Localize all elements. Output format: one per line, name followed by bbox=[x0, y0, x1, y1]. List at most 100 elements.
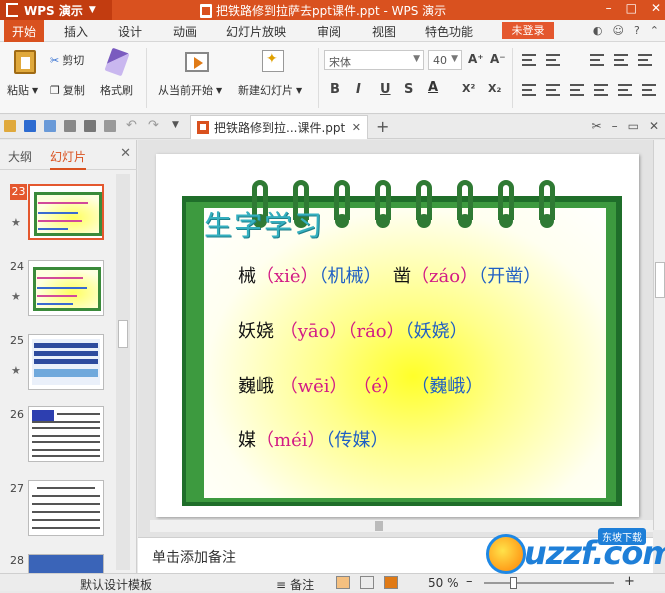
print-preview-icon[interactable] bbox=[84, 120, 96, 132]
vocab-line-2[interactable]: 妖娆 （yāo）（ráo）（妖娆） bbox=[238, 317, 468, 343]
scrollbar-thumb[interactable] bbox=[655, 262, 665, 298]
slide-preview bbox=[28, 184, 104, 240]
new-slide-button[interactable]: 新建幻灯片 ▼ bbox=[238, 82, 302, 98]
chevron-down-icon: ▼ bbox=[413, 54, 420, 64]
skin-icon[interactable]: ◐ bbox=[593, 24, 603, 37]
collapse-ribbon-icon[interactable]: ⌃ bbox=[650, 24, 659, 37]
line-spacing-icon[interactable] bbox=[638, 54, 652, 66]
vocab-line-4[interactable]: 媒（méi）（传媒） bbox=[238, 426, 388, 452]
editor-vertical-scrollbar[interactable] bbox=[653, 140, 665, 530]
vocab-line-1[interactable]: 械（xiè）（机械） 凿（záo）（开凿） bbox=[238, 262, 541, 288]
zoom-out-button[interactable]: – bbox=[466, 574, 473, 589]
preview-icon[interactable] bbox=[104, 120, 116, 132]
app-menu-button[interactable]: WPS 演示 ▼ bbox=[0, 0, 112, 20]
scrollbar-thumb[interactable] bbox=[118, 320, 128, 348]
tab-view[interactable]: 视图 bbox=[372, 23, 396, 40]
font-size-select[interactable]: 40 ▼ bbox=[428, 50, 462, 70]
thumbnail-scrollbar[interactable] bbox=[116, 174, 130, 570]
feedback-icon[interactable]: ☺ bbox=[612, 24, 623, 37]
scrollbar-thumb[interactable] bbox=[375, 521, 383, 531]
superscript-icon[interactable]: X² bbox=[462, 82, 475, 95]
new-slide-icon[interactable] bbox=[262, 50, 284, 72]
minimize-button[interactable]: – bbox=[606, 1, 612, 15]
tab-slideshow[interactable]: 幻灯片放映 bbox=[226, 23, 286, 40]
slide-editor: 生字学习 械（xiè）（机械） 凿（záo）（开凿） 妖娆 （yāo）（ráo）… bbox=[138, 140, 653, 537]
notes-toggle-button[interactable]: ≡ 备注 bbox=[276, 576, 314, 593]
tab-review[interactable]: 审阅 bbox=[317, 23, 341, 40]
watermark-logo-icon bbox=[486, 534, 526, 574]
copy-button[interactable]: ❐ 复制 bbox=[50, 82, 85, 98]
tab-home[interactable]: 开始 bbox=[4, 20, 45, 42]
undo-icon[interactable]: ↶ bbox=[126, 118, 137, 133]
from-current-button[interactable]: 从当前开始 ▼ bbox=[158, 82, 222, 98]
close-tab-icon[interactable]: ✕ bbox=[352, 121, 361, 134]
open-folder-icon[interactable] bbox=[4, 120, 16, 132]
tools-icon[interactable]: ✂ bbox=[592, 119, 602, 133]
menu-right-icons: ◐ ☺ ? ⌃ bbox=[593, 24, 659, 37]
increase-font-icon[interactable]: A⁺ bbox=[468, 52, 484, 66]
distribute-icon[interactable] bbox=[618, 84, 632, 96]
maximize-button[interactable]: □ bbox=[626, 1, 637, 15]
close-window-button[interactable]: ✕ bbox=[651, 1, 661, 15]
zoom-in-button[interactable]: + bbox=[624, 574, 635, 589]
zoom-slider-track[interactable] bbox=[484, 582, 614, 584]
font-color-icon[interactable]: A bbox=[428, 80, 438, 95]
minimize-doc-icon[interactable]: – bbox=[612, 119, 618, 133]
document-tab-label: 把铁路修到拉...课件.ppt bbox=[214, 121, 346, 135]
paste-icon[interactable] bbox=[14, 50, 36, 74]
restore-doc-icon[interactable]: ▭ bbox=[628, 119, 639, 133]
ring-hole bbox=[335, 214, 349, 228]
save-icon[interactable] bbox=[24, 120, 36, 132]
align-center-icon[interactable] bbox=[546, 84, 560, 96]
login-button[interactable]: 未登录 bbox=[502, 22, 554, 39]
align-left-icon[interactable] bbox=[522, 84, 536, 96]
paste-button[interactable]: 粘贴 ▼ bbox=[7, 82, 38, 98]
bullet-list-icon[interactable] bbox=[522, 54, 536, 66]
tab-design[interactable]: 设计 bbox=[118, 23, 142, 40]
zoom-level[interactable]: 50 % bbox=[428, 576, 459, 590]
justify-icon[interactable] bbox=[594, 84, 608, 96]
text-line bbox=[37, 487, 95, 489]
tab-bar-right-icons: ✂ – ▭ ✕ bbox=[592, 119, 659, 133]
slide-heading[interactable]: 生字学习 bbox=[204, 204, 324, 244]
subscript-icon[interactable]: X₂ bbox=[488, 82, 501, 95]
chevron-down-icon[interactable]: ▼ bbox=[172, 120, 179, 130]
ring-hole bbox=[417, 214, 431, 228]
format-painter-icon[interactable] bbox=[104, 47, 130, 77]
tab-outline[interactable]: 大纲 bbox=[8, 148, 32, 165]
tab-slides[interactable]: 幻灯片 bbox=[50, 148, 87, 170]
export-pdf-icon[interactable] bbox=[44, 120, 56, 132]
print-icon[interactable] bbox=[64, 120, 76, 132]
decrease-font-icon[interactable]: A⁻ bbox=[490, 52, 506, 66]
bold-icon[interactable]: B bbox=[330, 82, 340, 97]
increase-indent-icon[interactable] bbox=[614, 54, 628, 66]
decrease-indent-icon[interactable] bbox=[590, 54, 604, 66]
redo-icon[interactable]: ↷ bbox=[148, 118, 159, 133]
align-right-icon[interactable] bbox=[570, 84, 584, 96]
tab-animation[interactable]: 动画 bbox=[173, 23, 197, 40]
font-name-select[interactable]: 宋体 ▼ bbox=[324, 50, 424, 70]
cut-button[interactable]: ✂ 剪切 bbox=[50, 52, 84, 68]
document-tab[interactable]: 把铁路修到拉...课件.ppt ✕ bbox=[190, 115, 368, 139]
new-tab-button[interactable]: + bbox=[376, 117, 389, 136]
slideshow-view-icon[interactable] bbox=[384, 576, 398, 589]
slide-sorter-icon[interactable] bbox=[360, 576, 374, 589]
tab-insert[interactable]: 插入 bbox=[64, 23, 88, 40]
underline-icon[interactable]: U bbox=[380, 82, 391, 97]
close-panel-icon[interactable]: ✕ bbox=[120, 146, 131, 161]
format-painter-button[interactable]: 格式刷 bbox=[100, 82, 133, 98]
slide-number: 27 bbox=[10, 482, 24, 495]
number-list-icon[interactable] bbox=[546, 54, 560, 66]
shadow-icon[interactable]: S bbox=[404, 82, 413, 97]
vocab-line-3[interactable]: 巍峨 （wēi） （é） （巍峨） bbox=[238, 372, 483, 398]
normal-view-icon[interactable] bbox=[336, 576, 350, 589]
play-from-current-icon[interactable] bbox=[185, 52, 209, 72]
current-slide[interactable]: 生字学习 械（xiè）（机械） 凿（záo）（开凿） 妖娆 （yāo）（ráo）… bbox=[156, 154, 639, 517]
text-line bbox=[32, 503, 100, 505]
help-icon[interactable]: ? bbox=[634, 24, 640, 37]
columns-icon[interactable] bbox=[642, 84, 656, 96]
close-doc-icon[interactable]: ✕ bbox=[649, 119, 659, 133]
tab-special-features[interactable]: 特色功能 bbox=[425, 23, 473, 40]
italic-icon[interactable]: I bbox=[356, 82, 361, 97]
zoom-slider-thumb[interactable] bbox=[510, 577, 517, 589]
